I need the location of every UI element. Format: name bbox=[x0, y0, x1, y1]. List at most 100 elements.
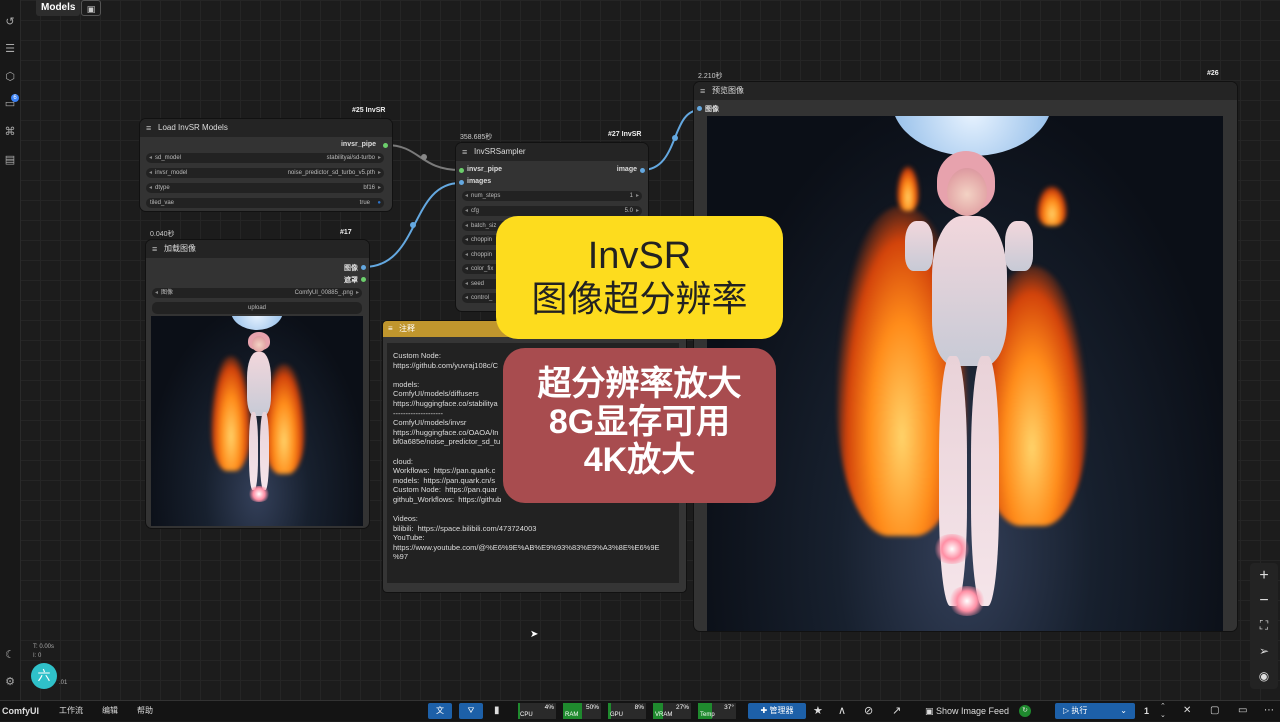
input-images-label: images bbox=[467, 178, 492, 185]
avatar[interactable]: 六 bbox=[31, 663, 57, 689]
history-icon[interactable]: ↺ bbox=[3, 15, 17, 29]
node-title: 注释 bbox=[399, 324, 415, 333]
input-pipe-port[interactable] bbox=[459, 168, 464, 173]
manager-button[interactable]: ✚ 管理器 bbox=[748, 703, 806, 719]
node-id: #17 bbox=[340, 229, 352, 236]
overlay-line-3: 4K放大 bbox=[583, 441, 696, 479]
queue-icon[interactable]: ☰ bbox=[3, 42, 17, 56]
widget-tiled-vae[interactable]: tiled_vae true ● bbox=[146, 198, 384, 208]
node-title: 加载图像 bbox=[164, 244, 196, 253]
select-mode-icon[interactable]: ➢ bbox=[1252, 640, 1276, 662]
fit-view-icon[interactable]: ⛶ bbox=[1252, 614, 1276, 636]
node-menu-icon[interactable]: ≡ bbox=[700, 82, 705, 100]
output-port[interactable] bbox=[383, 143, 388, 148]
model-icon[interactable]: ∧ bbox=[838, 701, 846, 721]
overlay-line-2: 8G显存可用 bbox=[548, 403, 731, 441]
input-image-label: 图像 bbox=[705, 106, 719, 113]
upload-button[interactable]: upload bbox=[152, 302, 362, 314]
nodes-tree-icon[interactable]: ⌘ bbox=[3, 125, 17, 139]
output-mask-label: 遮罩 bbox=[344, 277, 358, 284]
run-queue-button[interactable]: ▷ 执行 ⌄ bbox=[1055, 703, 1135, 719]
feed-status-icon: ↻ bbox=[1019, 705, 1031, 717]
widget-image-file[interactable]: ◂ 图像 ComfyUI_00885_.png ▸ bbox=[152, 288, 362, 298]
feature-overlay: 超分辨率放大 8G显存可用 4K放大 bbox=[503, 348, 776, 503]
batch-count-input[interactable]: 1 bbox=[1144, 701, 1149, 721]
node-menu-icon[interactable]: ≡ bbox=[388, 321, 393, 337]
node-time: 2.210秒 bbox=[698, 73, 723, 80]
overlay-line-1: 超分辨率放大 bbox=[537, 365, 742, 403]
widget-cfg[interactable]: ◂ cfg 5.0 ▸ bbox=[462, 206, 642, 216]
left-sidebar: ↺ ☰ ⬡ ▭ 6 ⌘ ▤ ☾ ⚙ bbox=[0, 0, 21, 700]
workspace-icon[interactable]: ⛛ bbox=[459, 703, 483, 719]
translate-icon[interactable]: 文 bbox=[428, 703, 452, 719]
share-icon[interactable]: ↗ bbox=[892, 701, 901, 721]
visibility-eye-icon[interactable]: ◉ bbox=[1252, 665, 1276, 687]
stop-icon[interactable]: ✕ bbox=[1183, 701, 1191, 721]
title-overlay: InvSR 图像超分辨率 bbox=[496, 216, 783, 339]
save-icon[interactable]: ▣ bbox=[81, 0, 101, 16]
node-load-image[interactable]: ≡ 加载图像 图像 遮罩 ◂ 图像 ComfyUI_00885_.png ▸ uploa… bbox=[146, 240, 369, 528]
menu-edit[interactable]: 编辑 bbox=[102, 701, 118, 721]
count-stepper[interactable]: ⌃ ⌄ bbox=[1160, 702, 1166, 722]
ram-meter: RAM 50% bbox=[563, 703, 601, 719]
node-id: #27 InvSR bbox=[608, 131, 642, 138]
output-image-preview bbox=[707, 116, 1223, 631]
widget-dtype[interactable]: ◂ dtype bf16 ▸ bbox=[146, 183, 384, 193]
mouse-cursor-icon: ➤ bbox=[530, 629, 539, 640]
image-library-icon[interactable]: ▤ bbox=[3, 153, 17, 167]
node-title: Load InvSR Models bbox=[158, 123, 228, 132]
node-menu-icon[interactable]: ≡ bbox=[462, 143, 467, 161]
node-menu-icon[interactable]: ≡ bbox=[152, 240, 157, 258]
input-image-port[interactable] bbox=[697, 106, 702, 111]
widget-sd-model[interactable]: ◂ sd_model stabilityai/sd-turbo ▸ bbox=[146, 153, 384, 163]
image-feed-icon: ▣ bbox=[925, 706, 937, 716]
output-image-label: 图像 bbox=[344, 265, 358, 272]
node-title: InvSRSampler bbox=[474, 147, 526, 156]
overlay-subtitle: 图像超分辨率 bbox=[531, 278, 748, 319]
output-image-label: image bbox=[616, 166, 637, 173]
node-preview-image[interactable]: ≡ 预览图像 图像 bbox=[694, 82, 1237, 631]
execution-stats: T: 0.00s I: 0 bbox=[33, 644, 55, 659]
gpu-meter: GPU 8% bbox=[608, 703, 646, 719]
settings-gear-icon[interactable]: ⚙ bbox=[3, 675, 17, 689]
app-logo[interactable]: ComfyUI bbox=[2, 701, 39, 721]
node-time: 0.040秒 bbox=[150, 231, 175, 238]
show-image-feed-button[interactable]: ▣ Show Image Feed bbox=[925, 701, 1009, 721]
temp-meter: Temp 37° bbox=[698, 703, 736, 719]
star-icon[interactable]: ★ bbox=[813, 701, 823, 721]
widget-num-steps[interactable]: ◂ num_steps 1 ▸ bbox=[462, 191, 642, 201]
node-id: #25 InvSR bbox=[352, 107, 386, 114]
widget-invsr-model[interactable]: ◂ invsr_model noise_predictor_sd_turbo_v5.… bbox=[146, 168, 384, 178]
theme-moon-icon[interactable]: ☾ bbox=[3, 648, 17, 662]
output-image-port[interactable] bbox=[640, 168, 645, 173]
bottom-menubar: ComfyUI 工作流 编辑 帮助 文 ⛛ ▮ CPU 4% RAM 50% GPU… bbox=[0, 700, 1280, 721]
node-title: 预览图像 bbox=[712, 86, 744, 95]
output-image-port[interactable] bbox=[361, 265, 366, 270]
notification-badge: 6 bbox=[11, 94, 19, 102]
window-icon[interactable]: ▢ bbox=[1210, 701, 1219, 721]
input-pipe-label: invsr_pipe bbox=[467, 166, 503, 173]
input-image-preview bbox=[151, 316, 363, 526]
node-load-invsr-models[interactable]: ≡ Load InvSR Models invsr_pipe ◂ sd_model s… bbox=[140, 119, 392, 211]
status-number: .01 bbox=[59, 680, 68, 686]
cpu-meter: CPU 4% bbox=[518, 703, 556, 719]
more-icon[interactable]: ⋯ bbox=[1264, 701, 1274, 721]
output-label: invsr_pipe bbox=[340, 141, 376, 148]
zoom-out-icon[interactable]: − bbox=[1252, 590, 1276, 612]
menu-help[interactable]: 帮助 bbox=[137, 701, 153, 721]
cube-icon[interactable]: ⬡ bbox=[3, 70, 17, 84]
chevron-down-icon[interactable]: ⌄ bbox=[1120, 703, 1127, 719]
tab-models[interactable]: Models bbox=[36, 0, 81, 16]
panel-icon[interactable]: ▭ bbox=[1238, 701, 1247, 721]
menu-workflow[interactable]: 工作流 bbox=[59, 701, 83, 721]
node-menu-icon[interactable]: ≡ bbox=[146, 119, 151, 137]
vram-meter: VRAM 27% bbox=[653, 703, 691, 719]
node-time: 358.685秒 bbox=[460, 134, 493, 141]
input-images-port[interactable] bbox=[459, 180, 464, 185]
output-mask-port[interactable] bbox=[361, 277, 366, 282]
zoom-in-icon[interactable]: + bbox=[1252, 565, 1276, 587]
overlay-title: InvSR bbox=[587, 235, 692, 277]
node-id: #26 bbox=[1207, 70, 1219, 77]
link-icon[interactable]: ⊘ bbox=[864, 701, 873, 721]
bookmark-icon[interactable]: ▮ bbox=[494, 701, 500, 721]
